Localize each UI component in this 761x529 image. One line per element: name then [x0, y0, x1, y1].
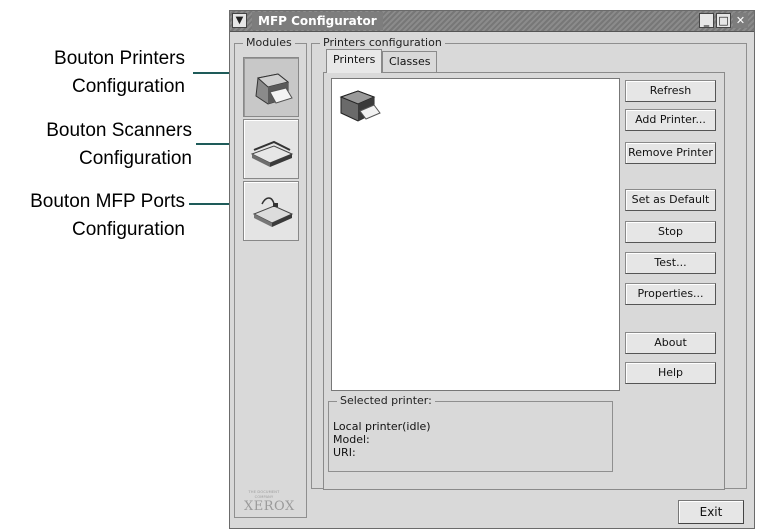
callout-scanners: Bouton Scanners Configuration [30, 117, 192, 173]
scanner-icon [250, 140, 294, 167]
mfp-port-icon [252, 197, 294, 227]
about-button[interactable]: About [625, 332, 716, 354]
exit-button[interactable]: Exit [678, 500, 744, 524]
tab-printers[interactable]: Printers [326, 49, 383, 73]
minimize-icon[interactable]: _ [699, 13, 714, 28]
callout-ports: Bouton MFP Ports Configuration [10, 188, 185, 244]
maximize-icon[interactable]: □ [716, 13, 731, 28]
callout-scanners-line2: Configuration [78, 148, 192, 169]
printer-icon [339, 90, 381, 122]
printers-tab-panel: Refresh Add Printer... Remove Printer Se… [323, 72, 725, 490]
tab-classes[interactable]: Classes [382, 51, 438, 73]
printers-config-legend: Printers configuration [320, 36, 445, 50]
selected-printer-legend: Selected printer: [337, 394, 435, 408]
callout-ports-line1: Bouton MFP Ports [30, 191, 185, 212]
callout-printers-line1: Bouton Printers [54, 48, 185, 69]
mfp-ports-config-button[interactable] [243, 181, 299, 241]
modules-legend: Modules [243, 36, 295, 50]
callout-printers: Bouton Printers Configuration [30, 45, 185, 101]
xerox-logo: THE DOCUMENT COMPANY XEROX [244, 490, 295, 514]
selected-printer-uri: URI: [333, 446, 356, 459]
selected-printer-model: Model: [333, 433, 370, 446]
remove-printer-button[interactable]: Remove Printer [625, 142, 716, 164]
printer-icon [255, 73, 293, 105]
title-bar[interactable]: ▼ MFP Configurator _ □ ✕ [230, 11, 754, 32]
window-title: MFP Configurator [252, 12, 383, 30]
printers-config-button[interactable] [243, 57, 299, 117]
add-printer-button[interactable]: Add Printer... [625, 109, 716, 131]
list-item[interactable] [338, 85, 384, 125]
logo-brand: XEROX [244, 499, 295, 514]
close-icon[interactable]: ✕ [733, 13, 748, 28]
selected-printer-status: Local printer(idle) [333, 420, 431, 433]
properties-button[interactable]: Properties... [625, 283, 716, 305]
mfp-configurator-window: ▼ MFP Configurator _ □ ✕ Modules THE DOC… [229, 10, 755, 529]
help-button[interactable]: Help [625, 362, 716, 384]
refresh-button[interactable]: Refresh [625, 80, 716, 102]
callout-ports-line2: Configuration [71, 219, 185, 240]
test-button[interactable]: Test... [625, 252, 716, 274]
set-default-button[interactable]: Set as Default [625, 189, 716, 211]
scanners-config-button[interactable] [243, 119, 299, 179]
selected-printer-group: Selected printer: Local printer(idle) Mo… [328, 394, 613, 472]
stop-button[interactable]: Stop [625, 221, 716, 243]
chevron-down-icon[interactable]: ▼ [232, 13, 247, 28]
printer-list[interactable] [331, 78, 620, 391]
callout-scanners-line1: Bouton Scanners [46, 120, 192, 141]
callout-printers-line2: Configuration [71, 76, 185, 97]
